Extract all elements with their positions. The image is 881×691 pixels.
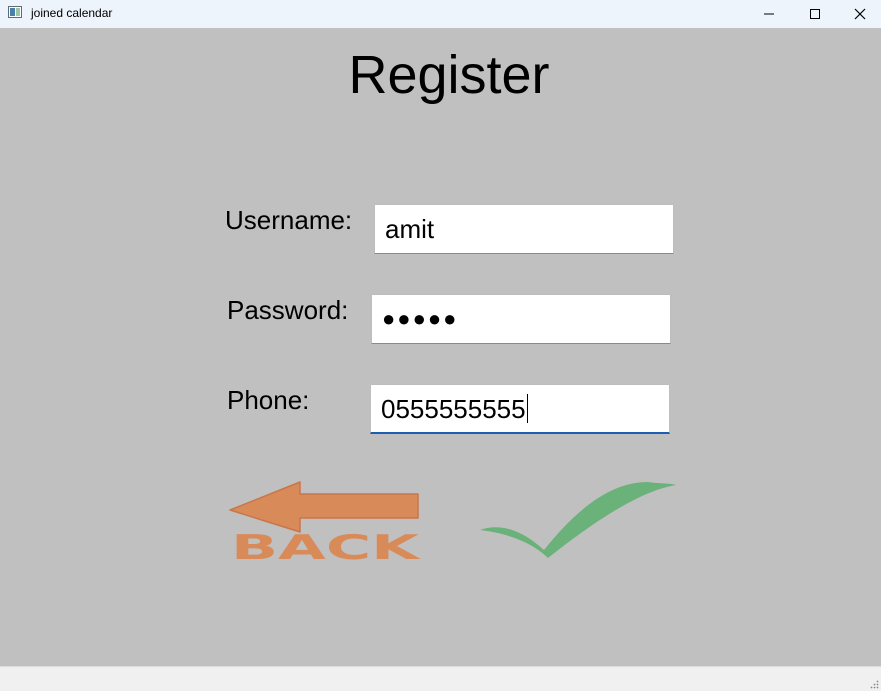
register-form (0, 28, 881, 666)
back-label: BACK (231, 528, 422, 564)
password-label: Password: (227, 295, 349, 325)
checkmark-icon (480, 482, 676, 558)
window-title: joined calendar (31, 6, 113, 20)
minimize-button[interactable] (746, 0, 792, 28)
username-value: amit (385, 214, 435, 244)
back-button[interactable]: BACK (228, 480, 424, 568)
username-input[interactable]: amit (374, 204, 674, 254)
resize-grip-icon[interactable] (869, 679, 879, 689)
phone-label: Phone: (227, 385, 310, 415)
password-masked-value: ●●●●● (382, 306, 459, 331)
username-label: Username: (225, 205, 353, 235)
phone-input[interactable]: 0555555555 (370, 384, 670, 434)
minimize-icon (764, 13, 774, 15)
title-bar: joined calendar (0, 0, 881, 28)
close-icon (854, 8, 866, 20)
maximize-button[interactable] (792, 0, 838, 28)
page-title: Register (348, 45, 550, 105)
phone-value: 0555555555 (381, 393, 526, 424)
left-arrow-icon: BACK (229, 481, 422, 568)
close-button[interactable] (837, 0, 881, 28)
text-caret (526, 394, 528, 423)
maximize-icon (810, 9, 820, 19)
password-input[interactable]: ●●●●● (371, 294, 671, 344)
status-bar (0, 666, 881, 691)
confirm-button[interactable] (478, 476, 678, 562)
app-icon (8, 6, 22, 18)
